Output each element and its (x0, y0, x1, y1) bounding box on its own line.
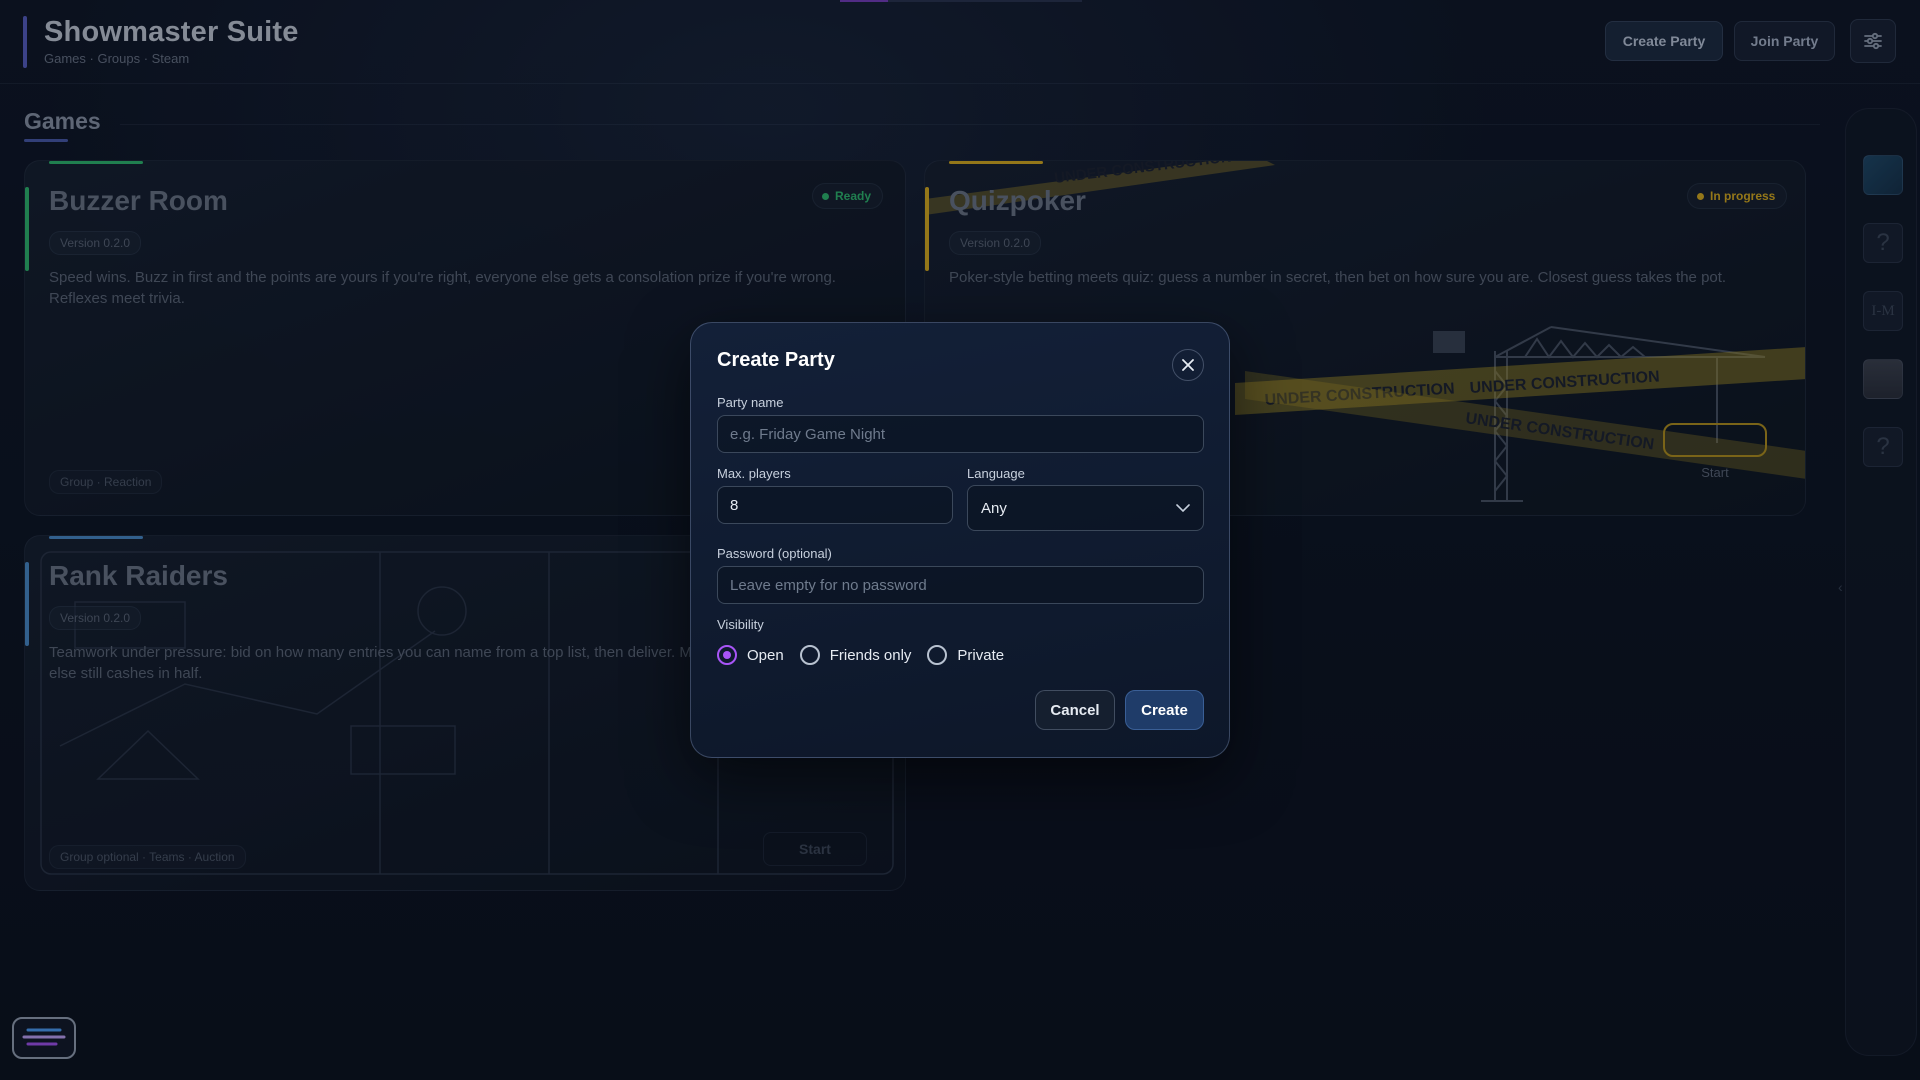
radio-label: Friends only (829, 646, 912, 664)
cancel-button[interactable]: Cancel (1035, 690, 1115, 730)
language-label: Language (967, 466, 1025, 481)
password-input[interactable] (717, 566, 1204, 604)
chevron-down-icon (1176, 504, 1190, 512)
party-name-input[interactable] (717, 415, 1204, 453)
language-select-value: Any (981, 499, 1007, 517)
radio-circle[interactable] (799, 645, 820, 665)
visibility-label: Visibility (717, 617, 764, 632)
visibility-radio-group: Open Friends only Private (717, 645, 1006, 665)
max-players-input[interactable] (717, 486, 953, 524)
max-players-label: Max. players (717, 466, 791, 481)
visibility-open-radio[interactable]: Open (717, 645, 784, 665)
close-button[interactable] (1172, 349, 1204, 381)
language-select[interactable]: Any (967, 485, 1204, 531)
radio-label: Private (957, 646, 1005, 664)
password-label: Password (optional) (717, 546, 832, 561)
radio-circle[interactable] (717, 645, 737, 665)
radio-circle[interactable] (927, 645, 948, 665)
create-button[interactable]: Create (1125, 690, 1204, 730)
radio-label: Open (747, 646, 784, 664)
visibility-private-radio[interactable]: Private (927, 645, 1004, 665)
create-party-dialog: Create Party Party name Max. players Lan… (690, 322, 1230, 758)
party-name-label: Party name (717, 395, 784, 410)
visibility-friends-only-radio[interactable]: Friends only (799, 645, 912, 665)
dialog-title: Create Party (717, 349, 835, 371)
close-icon (1182, 359, 1194, 371)
